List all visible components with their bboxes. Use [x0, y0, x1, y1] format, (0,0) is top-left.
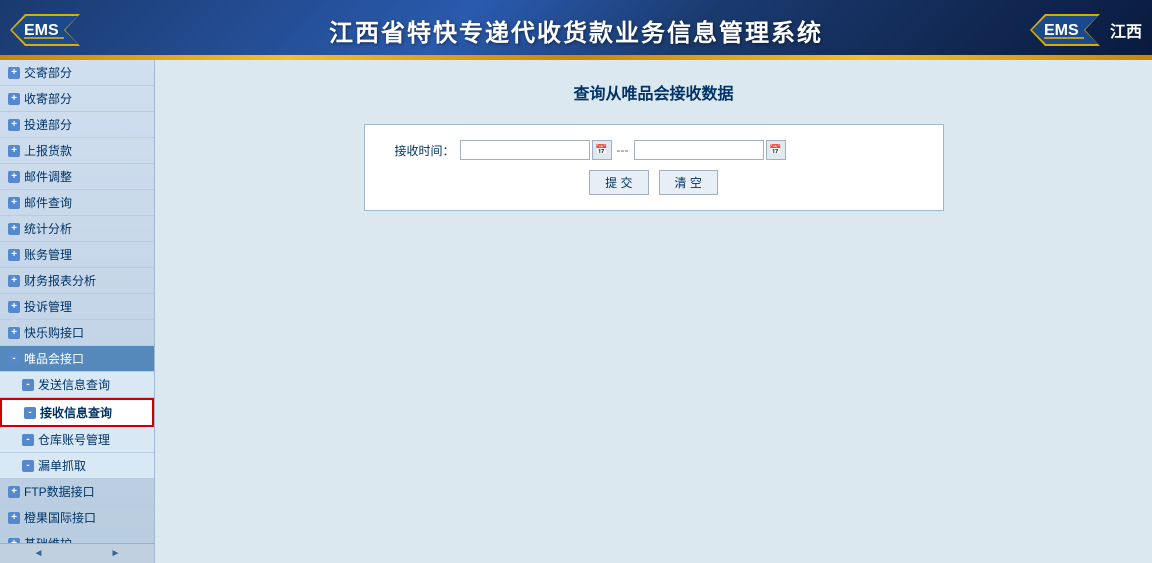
sidebar-item-chaxun[interactable]: + 邮件查询	[0, 190, 154, 216]
sidebar-item-caiwu[interactable]: + 财务报表分析	[0, 268, 154, 294]
calendar-start-button[interactable]: 📅	[592, 140, 612, 160]
main-layout: + 交寄部分 + 收寄部分 + 投递部分 + 上报货款 + 邮件调整 + 邮件查…	[0, 60, 1152, 563]
sidebar-scroll-left[interactable]: ◄	[0, 544, 77, 563]
header-logo-left: EMS	[10, 9, 80, 51]
sidebar-item-tousong[interactable]: + 投递部分	[0, 112, 154, 138]
sidebar-item-ftp[interactable]: + FTP数据接口	[0, 479, 154, 505]
plus-icon: +	[8, 327, 20, 339]
ems-logo-right: EMS	[1030, 9, 1100, 51]
sidebar-item-zhangwu[interactable]: + 账务管理	[0, 242, 154, 268]
minus-icon: -	[22, 434, 34, 446]
plus-icon: +	[8, 486, 20, 498]
ems-logo-left: EMS	[10, 9, 80, 51]
sidebar-item-shouzhi[interactable]: + 收寄部分	[0, 86, 154, 112]
calendar-end-button[interactable]: 📅	[766, 140, 786, 160]
sidebar-label: 唯品会接口	[24, 350, 84, 367]
minus-icon: -	[22, 460, 34, 472]
sidebar-label: 仓库账号管理	[38, 431, 110, 448]
separator: ---	[617, 143, 629, 157]
svg-text:EMS: EMS	[1044, 22, 1079, 39]
plus-icon: +	[8, 512, 20, 524]
sidebar-item-fasong[interactable]: - 发送信息查询	[0, 372, 154, 398]
minus-icon: -	[24, 407, 36, 419]
svg-text:EMS: EMS	[24, 22, 59, 39]
sidebar-item-jiaoji[interactable]: + 交寄部分	[0, 60, 154, 86]
receive-time-row: 接收时间： 📅 --- 📅	[385, 140, 923, 160]
sidebar-label: 发送信息查询	[38, 376, 110, 393]
sidebar-label: 交寄部分	[24, 64, 72, 81]
sidebar-label: 统计分析	[24, 220, 72, 237]
sidebar-item-pingguo[interactable]: + 橙果国际接口	[0, 505, 154, 531]
plus-icon: +	[8, 197, 20, 209]
sidebar-label: 收寄部分	[24, 90, 72, 107]
minus-icon: -	[8, 353, 20, 365]
header: EMS 江西省特快专递代收货款业务信息管理系统 EMS 江西	[0, 0, 1152, 60]
sidebar-label: 接收信息查询	[40, 404, 112, 421]
sidebar-label: 账务管理	[24, 246, 72, 263]
sidebar-label: 上报货款	[24, 142, 72, 159]
sidebar-label: 邮件查询	[24, 194, 72, 211]
sidebar-label: 快乐购接口	[24, 324, 84, 341]
header-right: EMS 江西	[1030, 9, 1142, 51]
plus-icon: +	[8, 223, 20, 235]
sidebar-item-kuaile[interactable]: + 快乐购接口	[0, 320, 154, 346]
header-right-text: 江西	[1110, 18, 1142, 42]
sidebar-item-cangku[interactable]: - 仓库账号管理	[0, 427, 154, 453]
sidebar-item-loudan[interactable]: - 漏单抓取	[0, 453, 154, 479]
sidebar-item-jieshou[interactable]: - 接收信息查询	[0, 398, 154, 427]
submit-button[interactable]: 提 交	[589, 170, 648, 195]
sidebar-bottom: ◄ ►	[0, 543, 154, 563]
plus-icon: +	[8, 145, 20, 157]
calendar-start-icon: 📅	[595, 145, 607, 156]
receive-time-label: 接收时间：	[385, 142, 455, 159]
page-title: 江西省特快专递代收货款业务信息管理系统	[329, 13, 823, 48]
content-area: 查询从唯品会接收数据 接收时间： 📅 --- 📅 提 交 清 空	[155, 60, 1152, 563]
sidebar-label: 投递部分	[24, 116, 72, 133]
form-buttons: 提 交 清 空	[385, 170, 923, 195]
plus-icon: +	[8, 275, 20, 287]
plus-icon: +	[8, 171, 20, 183]
sidebar-label: 财务报表分析	[24, 272, 96, 289]
plus-icon: +	[8, 301, 20, 313]
calendar-end-icon: 📅	[769, 145, 781, 156]
plus-icon: +	[8, 249, 20, 261]
sidebar-item-shangbao[interactable]: + 上报货款	[0, 138, 154, 164]
content-title: 查询从唯品会接收数据	[573, 80, 733, 104]
receive-time-end-input[interactable]	[634, 140, 764, 160]
plus-icon: +	[8, 119, 20, 131]
sidebar-item-weidian[interactable]: - 唯品会接口	[0, 346, 154, 372]
sidebar-label: FTP数据接口	[24, 483, 95, 500]
minus-icon: -	[22, 379, 34, 391]
sidebar-label: 邮件调整	[24, 168, 72, 185]
sidebar: + 交寄部分 + 收寄部分 + 投递部分 + 上报货款 + 邮件调整 + 邮件查…	[0, 60, 155, 563]
sidebar-item-tongji[interactable]: + 统计分析	[0, 216, 154, 242]
sidebar-label: 橙果国际接口	[24, 509, 96, 526]
sidebar-item-tousu[interactable]: + 投诉管理	[0, 294, 154, 320]
receive-time-start-input[interactable]	[460, 140, 590, 160]
sidebar-label: 漏单抓取	[38, 457, 86, 474]
plus-icon: +	[8, 93, 20, 105]
sidebar-label: 投诉管理	[24, 298, 72, 315]
plus-icon: +	[8, 67, 20, 79]
clear-button[interactable]: 清 空	[659, 170, 718, 195]
sidebar-item-youjian[interactable]: + 邮件调整	[0, 164, 154, 190]
query-form: 接收时间： 📅 --- 📅 提 交 清 空	[364, 124, 944, 211]
sidebar-scroll-right[interactable]: ►	[77, 544, 154, 563]
